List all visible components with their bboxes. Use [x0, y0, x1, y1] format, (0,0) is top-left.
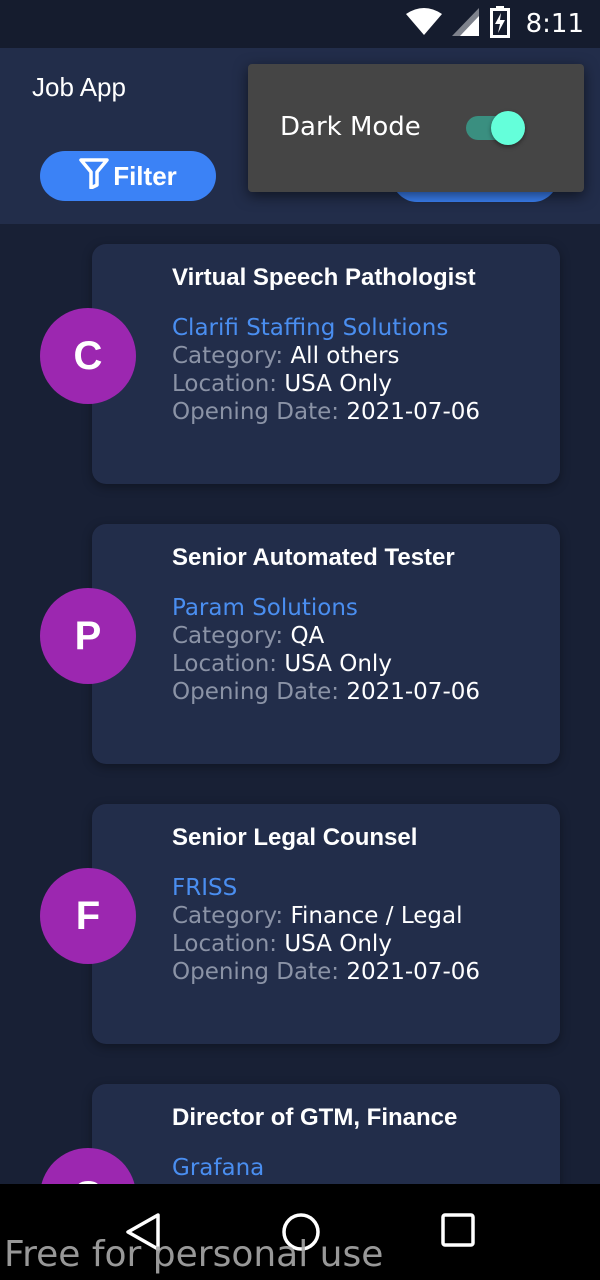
- dark-mode-toggle-thumb[interactable]: [491, 111, 525, 145]
- location-value: USA Only: [284, 371, 392, 397]
- job-card[interactable]: Senior Legal Counsel FRISS Category: Fin…: [92, 804, 560, 1044]
- job-details: Param Solutions Category: QA Location: U…: [172, 594, 480, 706]
- wifi-icon: [405, 7, 442, 41]
- company-avatar: F: [40, 868, 136, 964]
- overflow-menu: Dark Mode: [248, 64, 584, 192]
- app-title: Job App: [32, 72, 126, 102]
- dark-mode-label: Dark Mode: [280, 112, 421, 142]
- opening-date-value: 2021-07-06: [346, 679, 481, 705]
- filter-label: Filter: [113, 160, 177, 191]
- category-label: Category:: [172, 903, 284, 929]
- job-title: Senior Legal Counsel: [172, 824, 418, 851]
- opening-date-label: Opening Date:: [172, 399, 340, 425]
- company-avatar: C: [40, 308, 136, 404]
- category-value: All others: [290, 343, 400, 369]
- job-title: Virtual Speech Pathologist: [172, 264, 476, 291]
- recents-icon[interactable]: [440, 1212, 476, 1253]
- company-link[interactable]: Clarifi Staffing Solutions: [172, 314, 480, 342]
- category-value: QA: [290, 623, 325, 649]
- opening-date-label: Opening Date:: [172, 679, 340, 705]
- category-label: Category:: [172, 623, 284, 649]
- location-value: USA Only: [284, 651, 392, 677]
- job-details: FRISS Category: Finance / Legal Location…: [172, 874, 480, 986]
- company-link[interactable]: Param Solutions: [172, 594, 480, 622]
- category-value: Finance / Legal: [290, 903, 463, 929]
- company-link[interactable]: FRISS: [172, 874, 480, 902]
- job-title: Director of GTM, Finance: [172, 1104, 458, 1131]
- battery-charging-icon: [489, 5, 510, 43]
- opening-date-value: 2021-07-06: [346, 399, 481, 425]
- watermark: Free for personal use: [4, 1234, 384, 1275]
- company-link[interactable]: Grafana: [172, 1154, 264, 1182]
- category-label: Category:: [172, 343, 284, 369]
- funnel-icon: [79, 157, 109, 196]
- job-card[interactable]: Director of GTM, Finance Grafana: [92, 1084, 560, 1184]
- status-bar: 8:11: [0, 0, 600, 48]
- job-card[interactable]: Senior Automated Tester Param Solutions …: [92, 524, 560, 764]
- location-label: Location:: [172, 371, 278, 397]
- job-details: Grafana: [172, 1154, 264, 1182]
- location-label: Location:: [172, 931, 278, 957]
- company-avatar: P: [40, 588, 136, 684]
- opening-date-label: Opening Date:: [172, 959, 340, 985]
- cell-signal-icon: [451, 7, 480, 42]
- job-details: Clarifi Staffing Solutions Category: All…: [172, 314, 480, 426]
- status-time: 8:11: [525, 9, 584, 39]
- job-list[interactable]: Virtual Speech Pathologist Clarifi Staff…: [0, 224, 600, 1184]
- job-title: Senior Automated Tester: [172, 544, 455, 571]
- status-icons: 8:11: [405, 5, 584, 43]
- job-card[interactable]: Virtual Speech Pathologist Clarifi Staff…: [92, 244, 560, 484]
- filter-button[interactable]: Filter: [40, 151, 216, 201]
- screen: 8:11 Job App Filter Dark Mode Virtual Sp…: [0, 0, 600, 1280]
- opening-date-value: 2021-07-06: [346, 959, 481, 985]
- location-value: USA Only: [284, 931, 392, 957]
- location-label: Location:: [172, 651, 278, 677]
